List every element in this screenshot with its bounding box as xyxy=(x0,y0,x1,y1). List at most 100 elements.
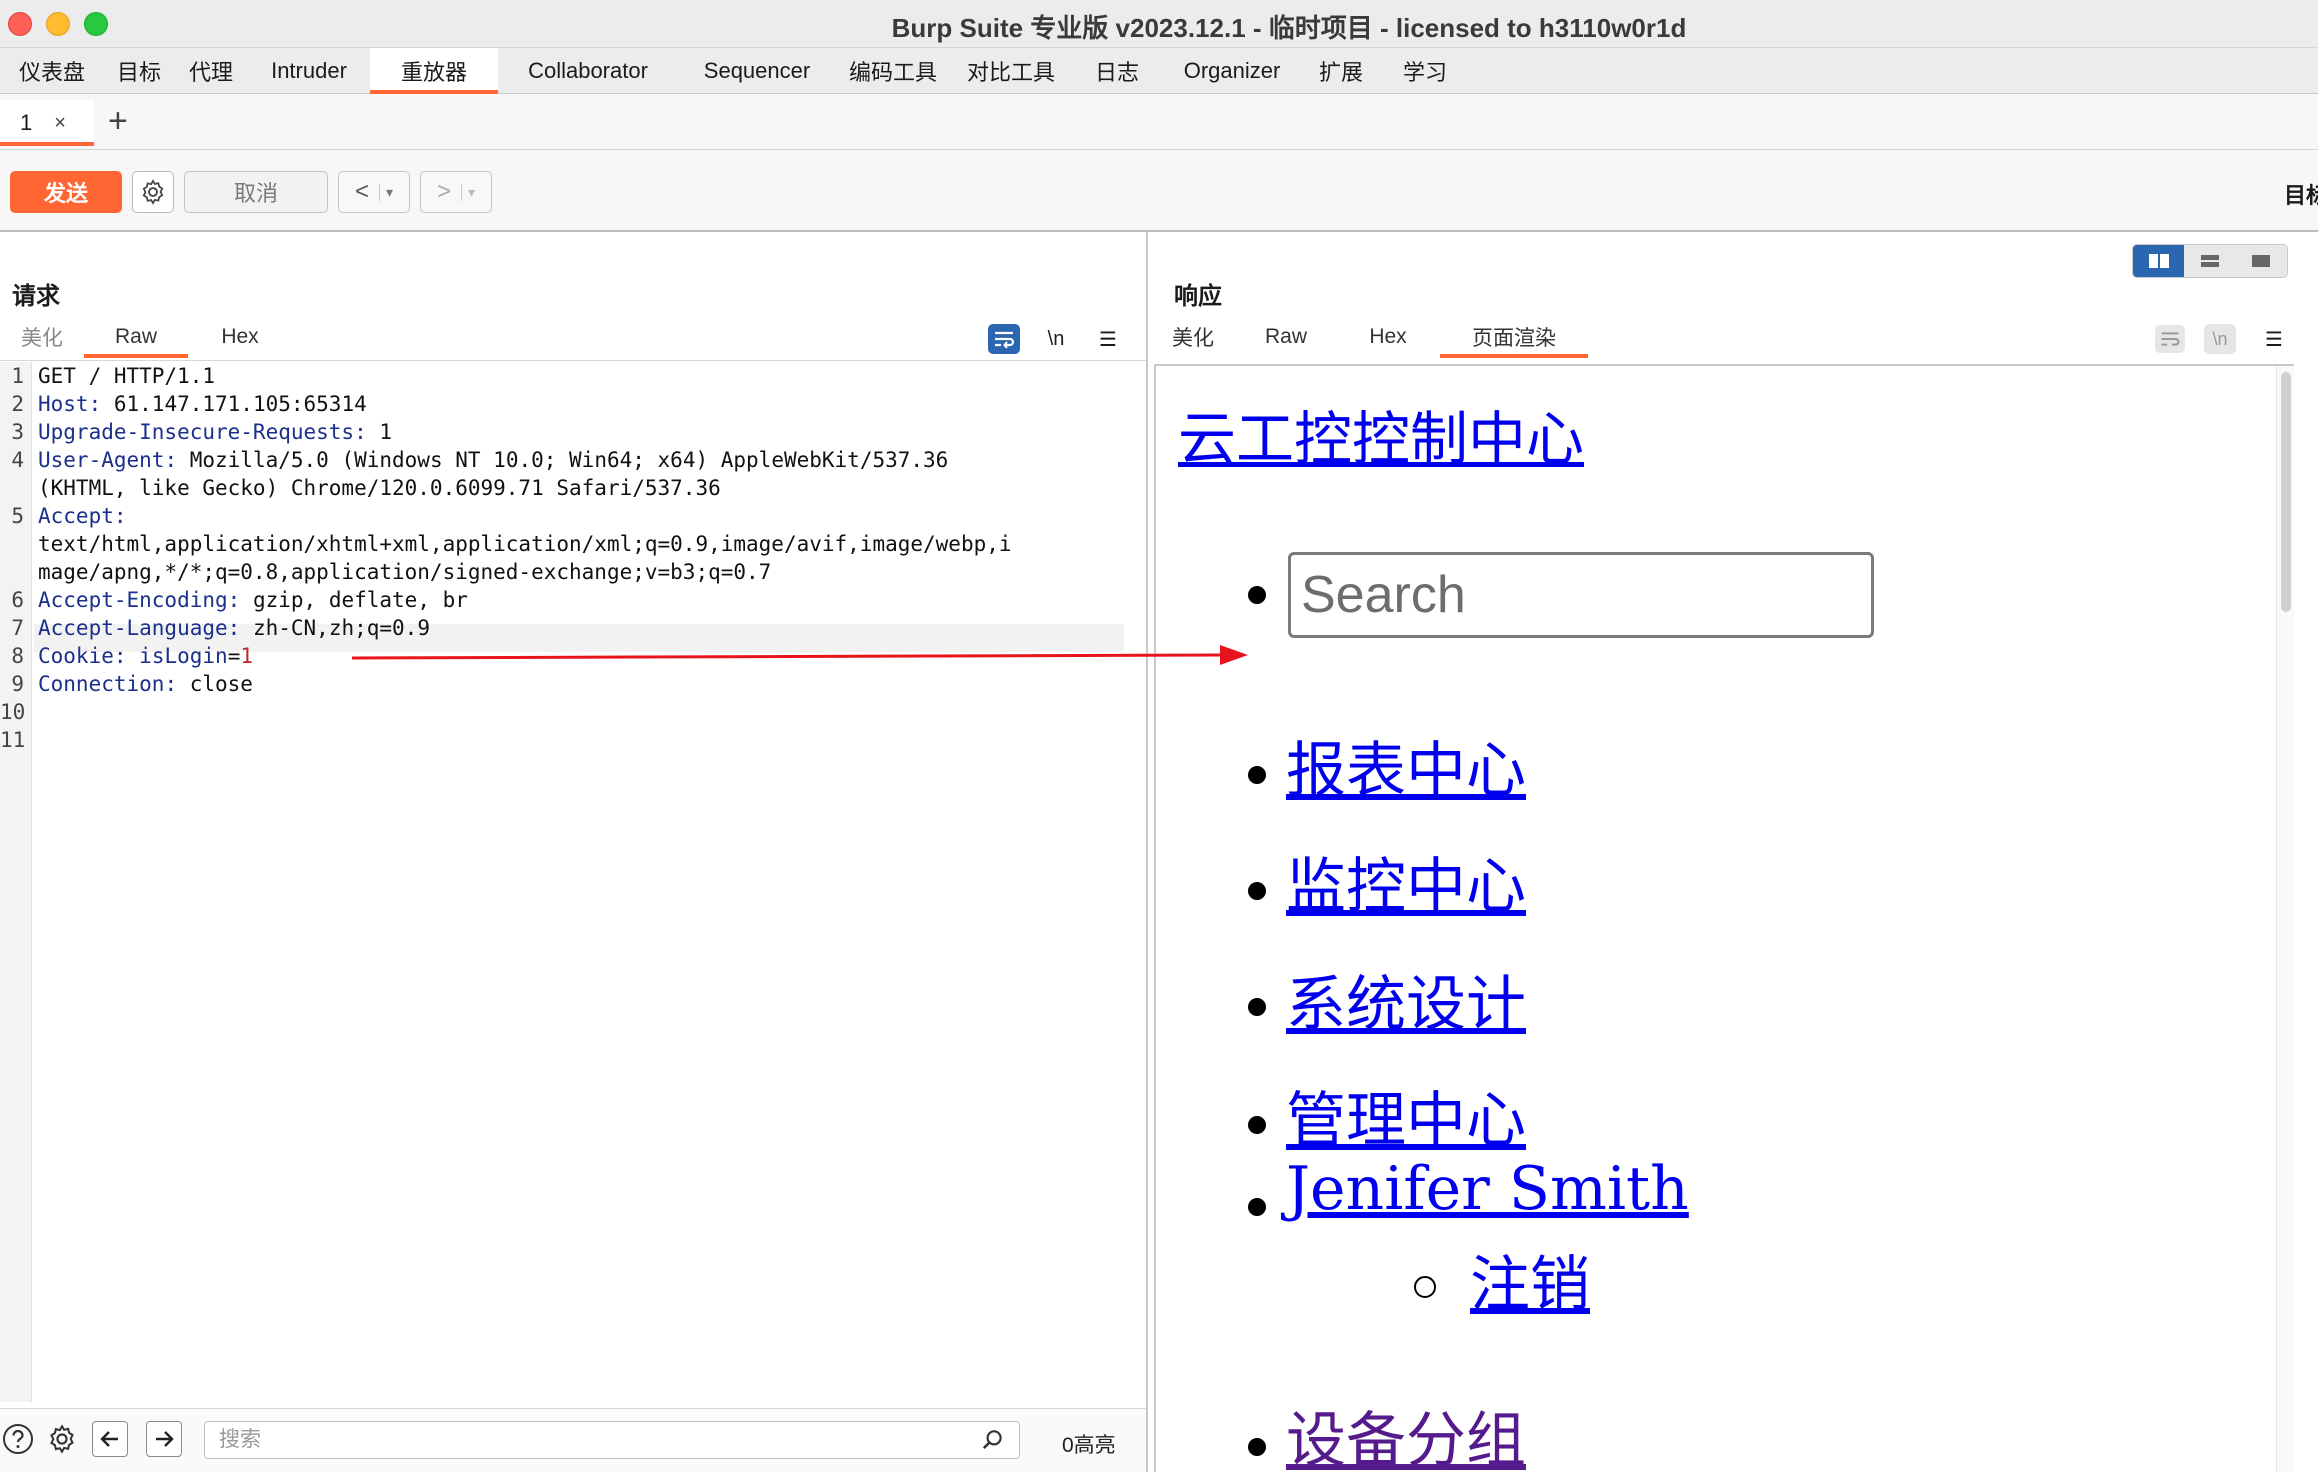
rendered-search-input[interactable] xyxy=(1288,552,1874,638)
list-bullet xyxy=(1248,586,1266,604)
header-key: Upgrade-Insecure-Requests xyxy=(38,420,354,444)
layout-tabs-button[interactable] xyxy=(2236,245,2287,277)
line-number: 5 xyxy=(0,504,24,528)
cookie-value: 1 xyxy=(240,644,253,668)
line-text: text/html,application/xhtml+xml,applicat… xyxy=(38,532,1012,556)
close-icon[interactable]: × xyxy=(54,112,66,135)
rendered-nav-link[interactable]: 系统设计 xyxy=(1286,956,1526,1043)
newline-toggle-button[interactable]: \n xyxy=(1040,324,1072,354)
rendered-page-view[interactable]: 云工控控制中心 报表中心 监控中心 系统设计 管理中心 Jenifer Smit… xyxy=(1154,364,2294,1472)
response-tab-pretty[interactable]: 美化 xyxy=(1150,316,1236,358)
code-line-continuation: text/html,application/xhtml+xml,applicat… xyxy=(38,532,1012,556)
request-panel: 请求 美化 Raw Hex \n ☰ 1 GET / HTTP/1.1 2 Ho… xyxy=(0,232,1148,1472)
list-bullet xyxy=(1248,766,1266,784)
search-next-button[interactable] xyxy=(146,1421,182,1457)
header-key: Connection xyxy=(38,672,164,696)
rendered-logout-link[interactable]: 注销 xyxy=(1470,1236,1590,1323)
tab-learn[interactable]: 学习 xyxy=(1380,48,1470,94)
tab-extensions[interactable]: 扩展 xyxy=(1302,48,1380,94)
menu-icon[interactable]: ☰ xyxy=(1092,324,1124,354)
request-tab-pretty[interactable]: 美化 xyxy=(0,316,84,358)
request-title: 请求 xyxy=(12,276,60,311)
rendered-user-link[interactable]: Jenifer Smith xyxy=(1286,1154,1689,1224)
add-tab-icon[interactable]: + xyxy=(108,104,128,138)
code-line: Host: 61.147.171.105:65314 xyxy=(38,392,367,416)
search-input[interactable] xyxy=(204,1421,1020,1459)
list-circle-bullet xyxy=(1414,1276,1436,1298)
layout-toggle xyxy=(2132,244,2288,278)
cancel-button[interactable]: 取消 xyxy=(184,171,328,213)
tab-collaborator[interactable]: Collaborator xyxy=(498,48,678,94)
request-editor[interactable]: 1 GET / HTTP/1.1 2 Host: 61.147.171.105:… xyxy=(0,362,1146,1402)
target-label[interactable]: 目标 xyxy=(2284,178,2318,210)
word-wrap-icon xyxy=(2155,325,2185,353)
rendered-heading-link[interactable]: 云工控控制中心 xyxy=(1178,392,1584,476)
header-value: 61.147.171.105:65314 xyxy=(101,392,367,416)
line-number: 6 xyxy=(0,588,24,612)
word-wrap-icon xyxy=(988,324,1020,354)
line-number: 10 xyxy=(0,700,24,724)
header-value: zh-CN,zh;q=0.9 xyxy=(240,616,430,640)
rendered-device-group-link[interactable]: 设备分组 xyxy=(1286,1392,1526,1472)
header-key: Accept-Encoding xyxy=(38,588,228,612)
line-number: 4 xyxy=(0,448,24,472)
layout-side-by-side-button[interactable] xyxy=(2133,245,2184,277)
header-value: Mozilla/5.0 (Windows NT 10.0; Win64; x64… xyxy=(177,448,948,472)
tab-repeater[interactable]: 重放器 xyxy=(370,48,498,94)
word-wrap-button[interactable] xyxy=(2154,324,2186,354)
request-tab-hex[interactable]: Hex xyxy=(188,316,292,358)
line-text: mage/apng,*/*;q=0.8,application/signed-e… xyxy=(38,560,771,584)
rendered-nav-link[interactable]: 管理中心 xyxy=(1286,1072,1526,1159)
repeater-tab-1[interactable]: 1 × xyxy=(0,100,94,146)
menu-icon[interactable]: ☰ xyxy=(2258,324,2290,354)
scrollbar-thumb[interactable] xyxy=(2281,372,2291,612)
search-settings-button[interactable] xyxy=(44,1421,80,1457)
tab-intruder[interactable]: Intruder xyxy=(248,48,370,94)
vertical-scrollbar[interactable] xyxy=(2276,366,2294,1472)
rendered-nav-link[interactable]: 监控中心 xyxy=(1286,838,1526,925)
rendered-nav-link[interactable]: 报表中心 xyxy=(1286,722,1526,809)
dropdown-icon[interactable]: ▾ xyxy=(379,184,393,201)
search-previous-button[interactable] xyxy=(92,1421,128,1457)
code-line: GET / HTTP/1.1 xyxy=(38,364,215,388)
tab-logger[interactable]: 日志 xyxy=(1072,48,1162,94)
response-tab-render[interactable]: 页面渲染 xyxy=(1440,316,1588,358)
line-number: 8 xyxy=(0,644,24,668)
history-back-button[interactable]: < ▾ xyxy=(338,171,410,213)
send-button[interactable]: 发送 xyxy=(10,171,122,213)
tab-proxy[interactable]: 代理 xyxy=(174,48,248,94)
line-number: 9 xyxy=(0,672,24,696)
tab-comparer[interactable]: 对比工具 xyxy=(950,48,1072,94)
response-tab-raw[interactable]: Raw xyxy=(1236,316,1336,358)
request-tab-raw[interactable]: Raw xyxy=(84,316,188,358)
code-line-cookie: Cookie: isLogin=1 xyxy=(38,644,253,668)
header-value: gzip, deflate, br xyxy=(240,588,468,612)
layout-stacked-button[interactable] xyxy=(2184,245,2235,277)
help-button[interactable] xyxy=(0,1421,36,1457)
main-tab-bar: 仪表盘 目标 代理 Intruder 重放器 Collaborator Sequ… xyxy=(0,48,2318,94)
code-line: Upgrade-Insecure-Requests: 1 xyxy=(38,420,392,444)
tab-sequencer[interactable]: Sequencer xyxy=(678,48,836,94)
list-bullet xyxy=(1248,1116,1266,1134)
tab-decoder[interactable]: 编码工具 xyxy=(836,48,950,94)
dropdown-icon[interactable]: ▾ xyxy=(461,184,475,201)
response-tab-hex[interactable]: Hex xyxy=(1336,316,1440,358)
repeater-toolbar: 发送 取消 < ▾ > ▾ 目标 xyxy=(0,150,2318,232)
arrow-left-icon xyxy=(98,1427,122,1451)
line-number: 1 xyxy=(0,364,24,388)
code-line: Connection: close xyxy=(38,672,253,696)
gear-icon xyxy=(46,1423,78,1455)
word-wrap-button[interactable] xyxy=(988,324,1020,354)
columns-icon xyxy=(2148,253,2170,269)
question-icon xyxy=(2,1423,34,1455)
header-key: Accept xyxy=(38,504,114,528)
window-title: Burp Suite 专业版 v2023.12.1 - 临时项目 - licen… xyxy=(0,8,2318,45)
tab-dashboard[interactable]: 仪表盘 xyxy=(0,48,104,94)
newline-toggle-button[interactable]: \n xyxy=(2204,324,2236,354)
settings-button[interactable] xyxy=(132,171,174,213)
tab-organizer[interactable]: Organizer xyxy=(1162,48,1302,94)
list-bullet xyxy=(1248,1198,1266,1216)
history-forward-button[interactable]: > ▾ xyxy=(420,171,492,213)
line-text: GET / HTTP/1.1 xyxy=(38,364,215,388)
tab-target[interactable]: 目标 xyxy=(104,48,174,94)
